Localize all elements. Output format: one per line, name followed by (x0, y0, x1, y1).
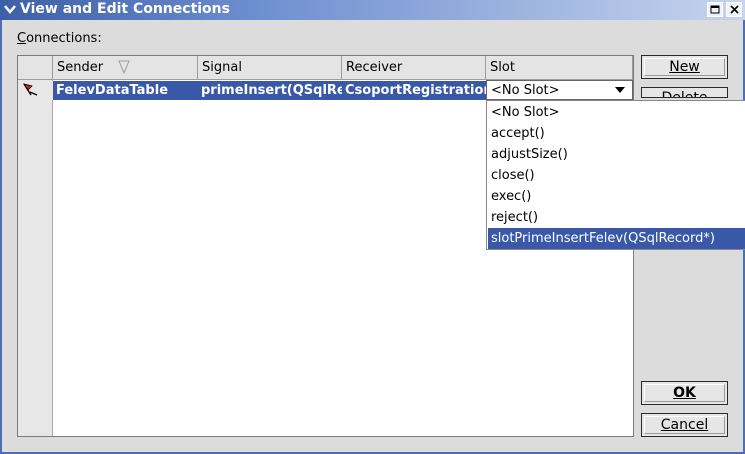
cancel-button[interactable]: Cancel (641, 413, 728, 437)
cell-signal[interactable]: primeInsert(QSqlRe (198, 81, 342, 100)
slot-option[interactable]: <No Slot> (488, 102, 745, 123)
connections-label: Connections: (17, 31, 102, 46)
chevron-down-icon[interactable] (2, 2, 18, 18)
new-button-label: New (669, 59, 700, 75)
slot-option[interactable]: slotPrimeInsertFelev(QSqlRecord*) (488, 228, 745, 249)
connection-arrow-icon (22, 82, 40, 102)
title-bar[interactable]: View and Edit Connections (0, 0, 745, 20)
delete-button[interactable]: Delete (641, 87, 728, 98)
slot-option[interactable]: accept() (488, 123, 745, 144)
column-header-signal[interactable]: Signal (198, 56, 342, 80)
cell-receiver[interactable]: CsoportRegistratior (342, 81, 486, 100)
maximize-icon[interactable] (707, 2, 723, 17)
new-button[interactable]: New (641, 55, 728, 79)
cell-sender[interactable]: FelevDataTable (53, 81, 198, 100)
sort-descending-icon (118, 60, 130, 75)
slot-option[interactable]: adjustSize() (488, 144, 745, 165)
ok-button[interactable]: OK (641, 381, 728, 405)
slot-option[interactable]: exec() (488, 186, 745, 207)
slot-combobox-value: <No Slot> (491, 83, 560, 98)
delete-button-label: Delete (661, 90, 708, 98)
row-header-column (18, 56, 53, 436)
connections-label-accel: C (17, 31, 27, 46)
connections-label-text: onnections: (26, 31, 102, 46)
column-header-slot[interactable]: Slot (486, 56, 633, 80)
cancel-button-label: Cancel (660, 417, 709, 433)
column-header-receiver[interactable]: Receiver (342, 56, 486, 80)
window-title: View and Edit Connections (20, 1, 230, 17)
table-row[interactable]: FelevDataTable primeInsert(QSqlRe Csopor… (53, 81, 486, 100)
close-icon[interactable] (726, 2, 742, 17)
table-corner (18, 56, 53, 80)
slot-combobox[interactable]: <No Slot> (486, 80, 633, 100)
slot-option[interactable]: close() (488, 165, 745, 186)
slot-option[interactable]: reject() (488, 207, 745, 228)
row-marker[interactable] (18, 81, 53, 100)
slot-dropdown-list[interactable]: <No Slot> accept() adjustSize() close() … (486, 100, 745, 250)
ok-button-label: OK (673, 385, 696, 401)
dropdown-arrow-icon[interactable] (615, 87, 625, 93)
